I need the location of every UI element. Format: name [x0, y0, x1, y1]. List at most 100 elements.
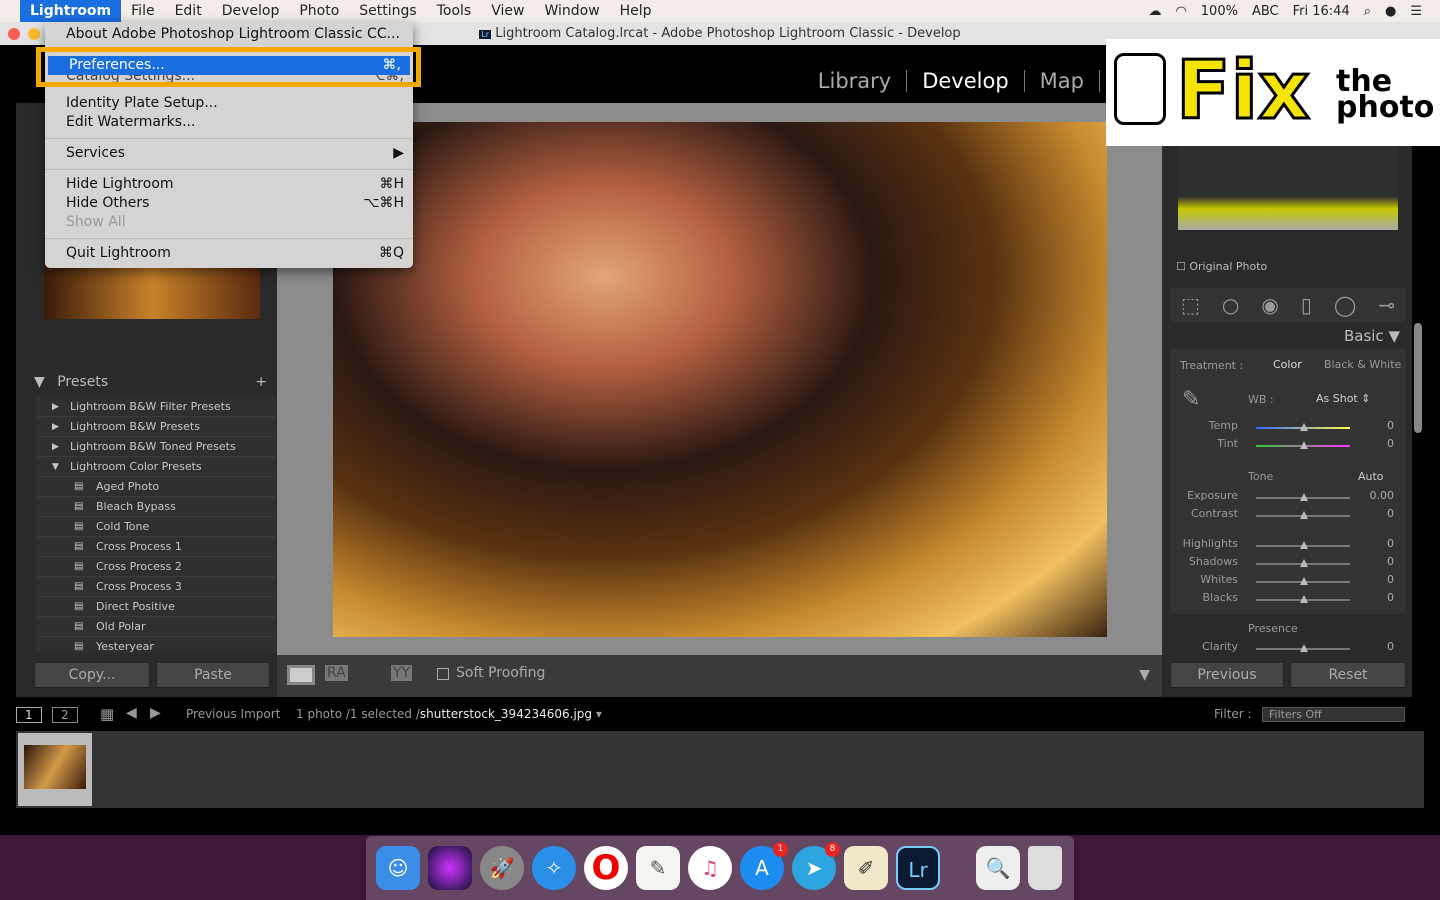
forward-arrow-icon[interactable]: ▶ [150, 705, 161, 721]
menu-item-hide-lightroom[interactable]: Hide Lightroom ⌘H [45, 175, 413, 194]
opera-icon[interactable]: O [584, 846, 628, 890]
menu-lightroom[interactable]: Lightroom [20, 0, 122, 22]
slider-thumb[interactable] [1300, 595, 1308, 603]
photo-preview[interactable] [333, 122, 1107, 637]
slider-value[interactable]: 0 [1387, 419, 1394, 432]
original-photo-checkbox[interactable]: ☐ Original Photo [1176, 260, 1267, 273]
menu-item-preferences[interactable]: Preferences... ⌘, [48, 56, 410, 75]
radial-filter-icon[interactable]: ◯ [1334, 293, 1356, 317]
module-develop[interactable]: Develop [907, 70, 1025, 92]
slider-thumb[interactable] [1300, 644, 1308, 652]
slider-thumb[interactable] [1300, 493, 1308, 501]
slider-value[interactable]: 0 [1387, 573, 1394, 586]
toolbar-menu-icon[interactable]: ▼ [1139, 667, 1150, 683]
trash-icon[interactable] [1028, 846, 1062, 890]
safari-icon[interactable]: ✧ [532, 846, 576, 890]
slider-value[interactable]: 0 [1387, 507, 1394, 520]
slider-thumb[interactable] [1300, 541, 1308, 549]
creative-cloud-icon[interactable]: ☁ [1148, 4, 1161, 19]
filmstrip-source[interactable]: Previous Import [186, 707, 280, 721]
slider-value[interactable]: 0 [1387, 437, 1394, 450]
slider-tint[interactable]: Tint 0 [1178, 437, 1408, 455]
menu-item-services[interactable]: Services ▶ [45, 144, 413, 163]
auto-tone-button[interactable]: Auto [1358, 470, 1384, 483]
preset-item[interactable]: ▤ Cross Process 1 [36, 537, 276, 557]
telegram-icon[interactable]: ➤ 8 [792, 842, 840, 890]
menu-item-hide-others[interactable]: Hide Others ⌥⌘H [45, 194, 413, 213]
preset-item[interactable]: ▤ Cross Process 3 [36, 577, 276, 597]
slider-thumb[interactable] [1300, 511, 1308, 519]
minimize-button[interactable] [28, 28, 40, 40]
adjustment-brush-icon[interactable]: ⊸ [1378, 293, 1395, 317]
slider-thumb[interactable] [1300, 441, 1308, 449]
before-after-button[interactable]: RA [325, 665, 348, 681]
secondary-window-button[interactable]: 2 [52, 707, 78, 723]
module-map[interactable]: Map [1025, 70, 1100, 92]
preset-item[interactable]: ▤ Yesteryear [36, 637, 276, 653]
slider-value[interactable]: 0 [1387, 555, 1394, 568]
menu-window[interactable]: Window [534, 0, 609, 22]
app-store-icon[interactable]: A1 [740, 842, 788, 890]
preset-folder[interactable]: ▶ Lightroom B&W Toned Presets [36, 437, 276, 457]
preset-folder[interactable]: ▼ Lightroom Color Presets [36, 457, 276, 477]
menu-file[interactable]: File [121, 0, 164, 22]
treatment-color[interactable]: Color [1273, 358, 1302, 371]
lightroom-icon[interactable]: Lr [896, 846, 940, 890]
preset-item[interactable]: ▤ Bleach Bypass [36, 497, 276, 517]
wb-select[interactable]: As Shot ⇕ [1316, 392, 1370, 405]
paste-button[interactable]: Paste [156, 662, 270, 688]
presets-header[interactable]: ▼ Presets + [34, 371, 271, 393]
menu-item-about-adobe-photoshop-lightroom-classic-cc[interactable]: About Adobe Photoshop Lightroom Classic … [45, 25, 413, 44]
slider-highlights[interactable]: Highlights 0 [1178, 537, 1408, 555]
preset-item[interactable]: ▤ Cold Tone [36, 517, 276, 537]
slider-blacks[interactable]: Blacks 0 [1178, 591, 1408, 609]
notes-icon[interactable]: ✐ [844, 846, 888, 890]
previous-button[interactable]: Previous [1170, 662, 1284, 688]
apple-icon[interactable] [0, 0, 20, 22]
slider-whites[interactable]: Whites 0 [1178, 573, 1408, 591]
input-source[interactable]: ABC [1252, 4, 1279, 19]
menu-tools[interactable]: Tools [427, 0, 482, 22]
slider-value[interactable]: 0 [1387, 537, 1394, 550]
add-preset-button[interactable]: + [255, 371, 267, 393]
slider-thumb[interactable] [1300, 423, 1308, 431]
main-window-button[interactable]: 1 [16, 707, 42, 723]
slider-temp[interactable]: Temp 0 [1178, 419, 1408, 437]
menu-item-edit-watermarks[interactable]: Edit Watermarks... [45, 113, 413, 132]
filter-select[interactable]: Filters Off [1262, 707, 1405, 722]
preset-folder[interactable]: ▶ Lightroom B&W Presets [36, 417, 276, 437]
menu-view[interactable]: View [481, 0, 534, 22]
slider-exposure[interactable]: Exposure 0.00 [1178, 489, 1408, 507]
red-eye-icon[interactable]: ◉ [1261, 293, 1278, 317]
finder-icon[interactable]: ☺ [376, 846, 420, 890]
notification-center-icon[interactable]: ☰ [1410, 4, 1422, 19]
menu-item-quit-lightroom[interactable]: Quit Lightroom ⌘Q [45, 244, 413, 263]
slider-thumb[interactable] [1300, 559, 1308, 567]
copy-button[interactable]: Copy... [34, 662, 150, 688]
preset-item[interactable]: ▤ Direct Positive [36, 597, 276, 617]
launchpad-icon[interactable]: 🚀 [480, 846, 524, 890]
module-library[interactable]: Library [803, 70, 908, 92]
basic-section-header[interactable]: Basic ▼ [1344, 327, 1400, 345]
menu-item-identity-plate-setup[interactable]: Identity Plate Setup... [45, 94, 413, 113]
itunes-icon[interactable]: ♫ [688, 846, 732, 890]
slider-value[interactable]: 0 [1387, 640, 1394, 653]
preview-icon[interactable]: 🔍 [976, 846, 1020, 890]
preset-item[interactable]: ▤ Old Polar [36, 617, 276, 637]
spot-removal-icon[interactable]: ○ [1222, 293, 1239, 317]
siri-icon[interactable]: ● [1385, 4, 1396, 19]
grid-icon[interactable]: ▦ [100, 705, 114, 723]
preset-folder[interactable]: ▶ Lightroom B&W Filter Presets [36, 397, 276, 417]
battery-status[interactable]: 100% [1201, 4, 1238, 19]
slider-shadows[interactable]: Shadows 0 [1178, 555, 1408, 573]
back-arrow-icon[interactable]: ◀ [126, 705, 137, 721]
treatment-bw[interactable]: Black & White [1324, 358, 1401, 371]
slider-clarity[interactable]: Clarity 0 [1178, 640, 1408, 658]
menu-photo[interactable]: Photo [289, 0, 349, 22]
preset-item[interactable]: ▤ Cross Process 2 [36, 557, 276, 577]
graduated-filter-icon[interactable]: ▯ [1301, 293, 1312, 317]
filmstrip-info[interactable]: 1 photo /1 selected /shutterstock_394234… [296, 707, 602, 721]
menu-develop[interactable]: Develop [212, 0, 290, 22]
textedit-icon[interactable]: ✎ [636, 846, 680, 890]
slider-value[interactable]: 0 [1387, 591, 1394, 604]
